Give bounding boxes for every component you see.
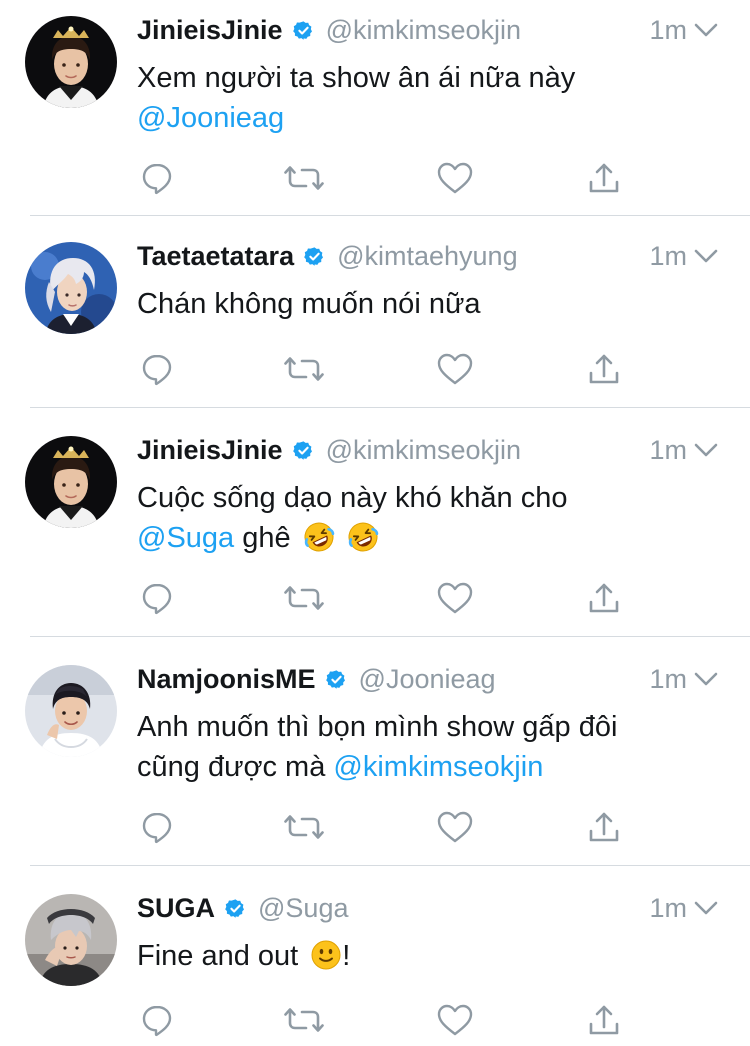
like-icon[interactable] [435,349,475,389]
tweet[interactable]: Taetaetatara @kimtaehyung 1m Chán không … [0,226,750,406]
tweet-text: Anh muốn thì bọn mình show gấp đôi cũng đ… [137,707,727,787]
share-icon[interactable] [584,349,624,389]
tweet-actions [137,349,637,389]
tweet-text: Chán không muốn nói nữa [137,284,727,324]
display-name[interactable]: JinieisJinie [137,435,283,466]
tweet-actions [137,158,637,198]
timestamp: 1m [649,241,687,271]
share-icon[interactable] [584,578,624,618]
display-name[interactable]: NamjoonisME [137,664,316,695]
tweet-text-segment: Fine and out [137,940,307,972]
divider [30,865,750,866]
reply-icon[interactable] [137,807,177,847]
chevron-down-icon[interactable] [694,22,718,38]
tweet-actions [137,578,637,618]
retweet-icon[interactable] [284,578,324,618]
tweet-text-segment: cũng được mà [137,751,334,783]
retweet-icon[interactable] [284,807,324,847]
share-icon[interactable] [584,807,624,847]
display-name[interactable]: JinieisJinie [137,15,283,46]
tweet-actions [137,807,637,847]
user-handle[interactable]: @kimtaehyung [337,241,518,272]
display-name[interactable]: Taetaetatara [137,241,294,272]
tweet[interactable]: NamjoonisME @Joonieag 1m Anh muốn thì bọ… [0,649,750,864]
tweet-text-segment [335,522,343,554]
avatar-namjoon[interactable] [25,665,117,757]
avatar-jin[interactable] [25,16,117,108]
user-handle[interactable]: @kimkimseokjin [326,15,521,46]
verified-badge-icon [304,246,325,267]
reply-icon[interactable] [137,578,177,618]
tweet-text-segment: ghê [234,522,299,554]
chevron-down-icon[interactable] [694,671,718,687]
reply-icon[interactable] [137,349,177,389]
share-icon[interactable] [584,1000,624,1040]
reply-icon[interactable] [137,1000,177,1040]
like-icon[interactable] [435,807,475,847]
like-icon[interactable] [435,158,475,198]
user-handle[interactable]: @Suga [258,893,348,924]
user-handle[interactable]: @kimkimseokjin [326,435,521,466]
verified-badge-icon [225,898,246,919]
verified-badge-icon [292,440,314,461]
avatar-jin[interactable] [25,436,117,528]
mention-link[interactable]: @kimkimseokjin [333,751,543,783]
divider [30,215,750,216]
tweet[interactable]: JinieisJinie @kimkimseokjin 1m Xem người… [0,0,750,215]
divider [30,636,750,637]
tweet-text-segment: Cuộc sống dạo này khó khăn cho [137,482,568,514]
tweet[interactable]: SUGA @Suga 1m Fine and out ! [0,878,750,1046]
tweet-text-segment: Chán không muốn nói nữa [137,288,481,320]
rofl-emoji [303,521,335,553]
tweet-text: Fine and out ! [137,936,727,976]
verified-badge-icon [292,20,314,41]
avatar-suga[interactable] [25,894,117,986]
avatar-taehyung[interactable] [25,242,117,334]
like-icon[interactable] [435,1000,475,1040]
verified-badge-icon [325,669,347,690]
timestamp: 1m [649,893,687,923]
tweet-text-segment: Xem người ta show ân ái nữa này [137,62,576,94]
mention-link[interactable]: @Joonieag [137,102,284,134]
share-icon[interactable] [584,158,624,198]
like-icon[interactable] [435,578,475,618]
retweet-icon[interactable] [284,349,324,389]
retweet-icon[interactable] [284,158,324,198]
retweet-icon[interactable] [284,1000,324,1040]
tweet-text: Cuộc sống dạo này khó khăn cho @Suga ghê [137,478,727,558]
tweet[interactable]: JinieisJinie @kimkimseokjin 1m Cuộc sống… [0,420,750,635]
chevron-down-icon[interactable] [694,248,718,264]
user-handle[interactable]: @Joonieag [359,664,496,695]
timestamp: 1m [649,15,687,45]
tweet-text: Xem người ta show ân ái nữa này @Joonieag [137,58,727,138]
rofl-emoji [347,521,379,553]
divider [30,407,750,408]
slight-smile-emoji [310,939,342,971]
tweet-actions [137,1000,637,1040]
tweet-text-segment: Anh muốn thì bọn mình show gấp đôi [137,711,618,743]
timestamp: 1m [649,435,687,465]
chevron-down-icon[interactable] [694,442,718,458]
chevron-down-icon[interactable] [694,900,718,916]
tweet-text-segment: ! [342,940,351,972]
display-name[interactable]: SUGA [137,893,215,924]
mention-link[interactable]: @Suga [137,522,234,554]
timestamp: 1m [649,664,687,694]
reply-icon[interactable] [137,158,177,198]
